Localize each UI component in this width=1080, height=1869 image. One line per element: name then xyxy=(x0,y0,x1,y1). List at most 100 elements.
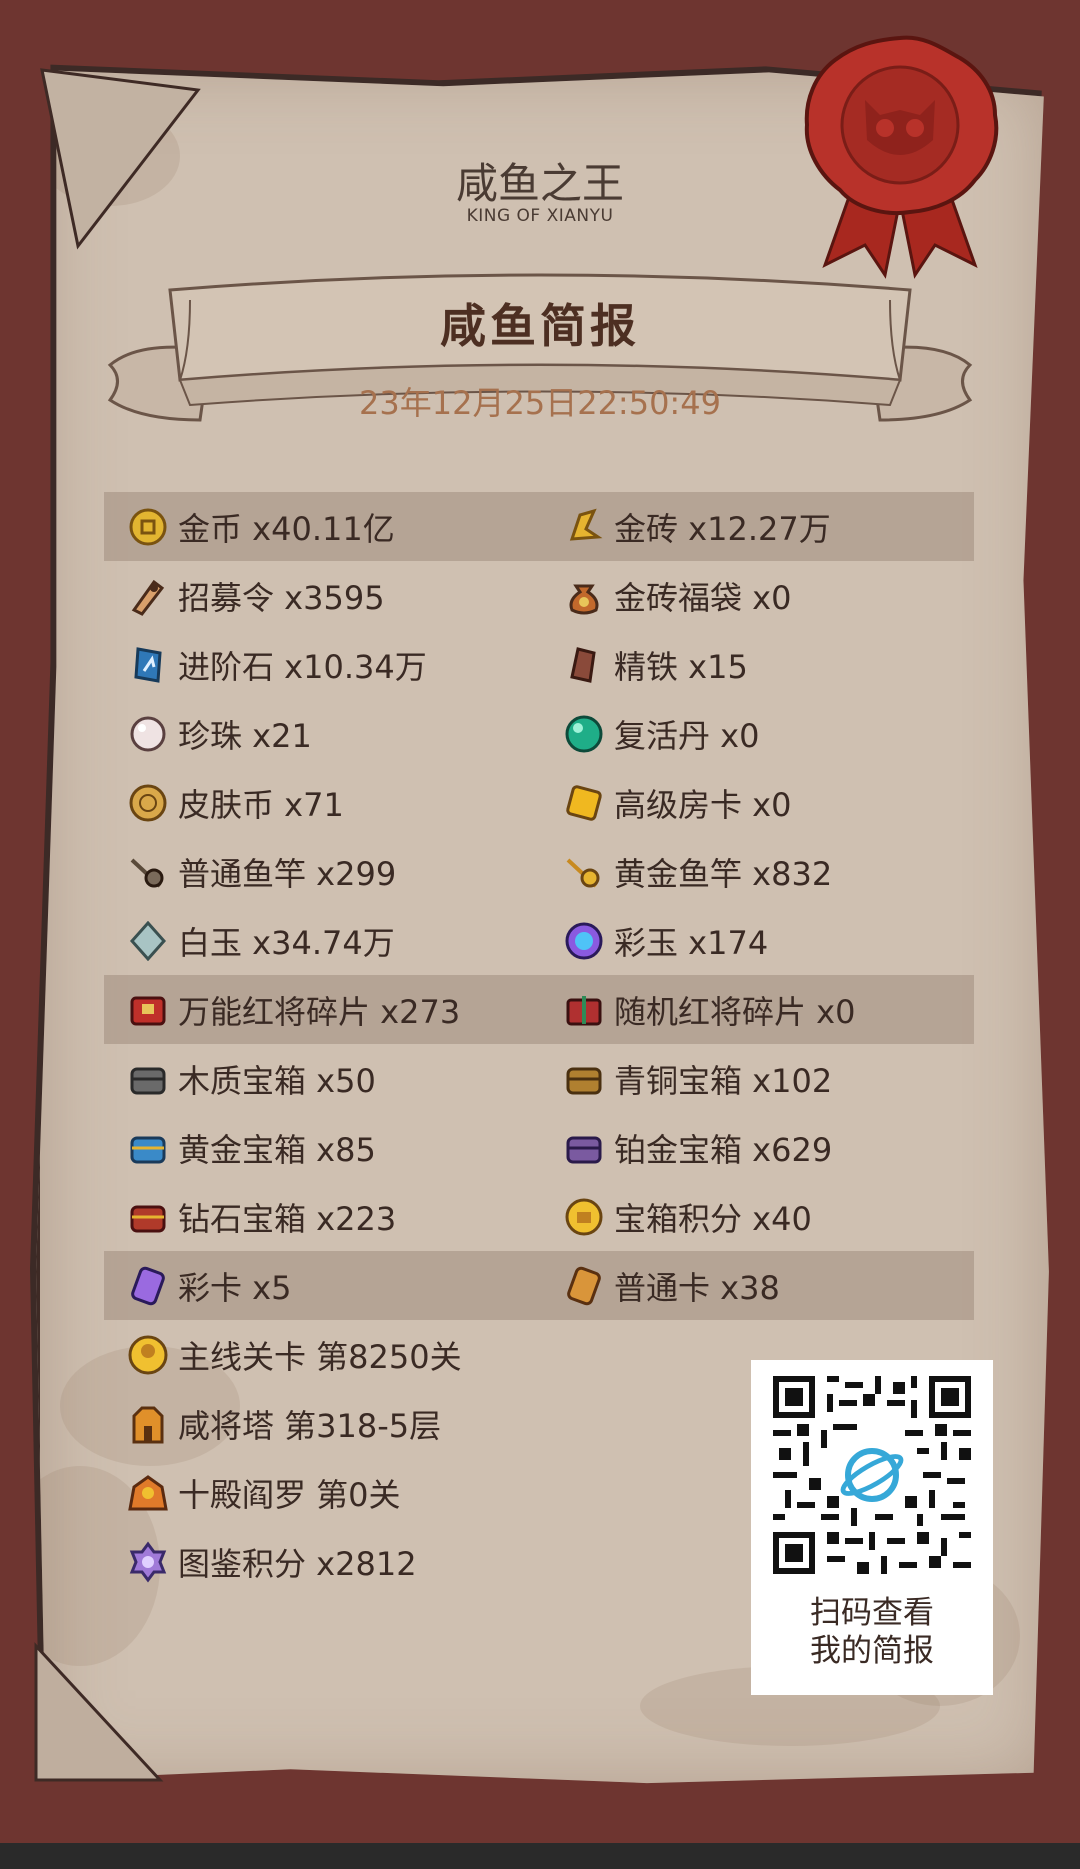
platinum-chest-icon xyxy=(562,1126,606,1170)
diamond-chest-icon xyxy=(126,1195,170,1239)
advance-stone-icon xyxy=(126,643,170,687)
stats-row: 皮肤币 x71 高级房卡 x0 xyxy=(104,768,974,837)
yama-palace-icon xyxy=(126,1471,170,1515)
progress-label: 十殿阎罗 第0关 xyxy=(178,1475,401,1514)
stat-label: 白玉 x34.74万 xyxy=(178,923,395,962)
random-red-shard-icon xyxy=(562,988,606,1032)
stat-item: 珍珠 x21 xyxy=(126,699,312,768)
stat-label: 招募令 x3595 xyxy=(178,578,385,617)
stat-item: 精铁 x15 xyxy=(562,630,748,699)
wooden-chest-icon xyxy=(126,1057,170,1101)
corner-fold-bottom xyxy=(34,1642,164,1782)
stat-item: 普通鱼竿 x299 xyxy=(126,837,396,906)
stat-label: 珍珠 x21 xyxy=(178,716,312,755)
stat-item: 黄金宝箱 x85 xyxy=(126,1113,376,1182)
stat-label: 皮肤币 x71 xyxy=(178,785,344,824)
chest-points-icon xyxy=(562,1195,606,1239)
report-datetime: 23年12月25日22:50:49 xyxy=(359,384,721,422)
gold-brick-icon xyxy=(562,505,606,549)
progress-item: 图鉴积分 x2812 xyxy=(126,1527,417,1596)
refined-iron-icon xyxy=(562,643,606,687)
stat-item: 金砖 x12.27万 xyxy=(562,492,831,561)
stat-label: 高级房卡 x0 xyxy=(614,785,792,824)
stat-label: 金砖 x12.27万 xyxy=(614,509,831,548)
pearl-icon xyxy=(126,712,170,756)
golden-fishing-rod-icon xyxy=(562,850,606,894)
skin-coin-icon xyxy=(126,781,170,825)
stat-label: 精铁 x15 xyxy=(614,647,748,686)
progress-item: 咸将塔 第318-5层 xyxy=(126,1389,441,1458)
stat-label: 青铜宝箱 x102 xyxy=(614,1061,833,1100)
progress-label: 咸将塔 第318-5层 xyxy=(178,1406,442,1445)
recruit-token-icon xyxy=(126,574,170,618)
stat-item: 青铜宝箱 x102 xyxy=(562,1044,832,1113)
stat-label: 彩玉 x174 xyxy=(614,923,769,962)
stats-row: 木质宝箱 x50 青铜宝箱 x102 xyxy=(104,1044,974,1113)
progress-label: 主线关卡 第8250关 xyxy=(178,1337,462,1376)
stats-row: 进阶石 x10.34万 精铁 x15 xyxy=(104,630,974,699)
stat-item: 铂金宝箱 x629 xyxy=(562,1113,832,1182)
progress-label: 图鉴积分 x2812 xyxy=(178,1544,417,1583)
stat-item: 万能红将碎片 x273 xyxy=(126,975,460,1044)
qr-caption: 扫码查看 我的简报 xyxy=(751,1594,993,1670)
premium-room-card-icon xyxy=(562,781,606,825)
qr-code-card[interactable]: 扫码查看 我的简报 xyxy=(751,1360,993,1695)
revive-pill-icon xyxy=(562,712,606,756)
stat-item: 普通卡 x38 xyxy=(562,1251,780,1320)
stat-label: 铂金宝箱 x629 xyxy=(614,1130,833,1169)
qr-caption-line2: 我的简报 xyxy=(810,1633,934,1669)
stats-row: 白玉 x34.74万 彩玉 x174 xyxy=(104,906,974,975)
stat-item: 复活丹 x0 xyxy=(562,699,759,768)
stat-label: 普通鱼竿 x299 xyxy=(178,854,397,893)
stat-label: 木质宝箱 x50 xyxy=(178,1061,376,1100)
stat-label: 万能红将碎片 x273 xyxy=(178,992,461,1031)
white-jade-icon xyxy=(126,919,170,963)
bronze-chest-icon xyxy=(562,1057,606,1101)
gold-brick-bag-icon xyxy=(562,574,606,618)
collection-points-icon xyxy=(126,1540,170,1584)
tower-icon xyxy=(126,1402,170,1446)
stat-label: 钻石宝箱 x223 xyxy=(178,1199,397,1238)
progress-item: 主线关卡 第8250关 xyxy=(126,1320,462,1389)
qr-caption-line1: 扫码查看 xyxy=(810,1595,934,1631)
report-title: 咸鱼简报 xyxy=(440,299,640,353)
stats-row: 普通鱼竿 x299 黄金鱼竿 x832 xyxy=(104,837,974,906)
stat-item: 金砖福袋 x0 xyxy=(562,561,791,630)
stats-row: 钻石宝箱 x223 宝箱积分 x40 xyxy=(104,1182,974,1251)
stat-item: 随机红将碎片 x0 xyxy=(562,975,855,1044)
stat-item: 彩玉 x174 xyxy=(562,906,768,975)
colored-card-icon xyxy=(126,1264,170,1308)
stats-row: 珍珠 x21 复活丹 x0 xyxy=(104,699,974,768)
main-stage-icon xyxy=(126,1333,170,1377)
stat-label: 进阶石 x10.34万 xyxy=(178,647,427,686)
stats-row: 彩卡 x5 普通卡 x38 xyxy=(104,1251,974,1320)
stat-item: 高级房卡 x0 xyxy=(562,768,791,837)
stats-row: 黄金宝箱 x85 铂金宝箱 x629 xyxy=(104,1113,974,1182)
universal-red-shard-icon xyxy=(126,988,170,1032)
stats-row: 万能红将碎片 x273 随机红将碎片 x0 xyxy=(104,975,974,1044)
gold-coin-icon xyxy=(126,505,170,549)
stat-item: 进阶石 x10.34万 xyxy=(126,630,427,699)
stat-label: 黄金鱼竿 x832 xyxy=(614,854,833,893)
gold-chest-icon xyxy=(126,1126,170,1170)
owl-wax-seal-icon xyxy=(804,35,999,279)
stat-label: 黄金宝箱 x85 xyxy=(178,1130,376,1169)
stat-item: 钻石宝箱 x223 xyxy=(126,1182,396,1251)
progress-item: 十殿阎罗 第0关 xyxy=(126,1458,401,1527)
colored-jade-icon xyxy=(562,919,606,963)
stat-item: 彩卡 x5 xyxy=(126,1251,291,1320)
stat-item: 黄金鱼竿 x832 xyxy=(562,837,832,906)
stat-item: 白玉 x34.74万 xyxy=(126,906,395,975)
stat-label: 彩卡 x5 xyxy=(178,1268,292,1307)
stat-label: 金砖福袋 x0 xyxy=(614,578,792,617)
stat-label: 金币 x40.11亿 xyxy=(178,509,395,548)
qr-code-icon xyxy=(773,1376,971,1574)
stats-row: 招募令 x3595 金砖福袋 x0 xyxy=(104,561,974,630)
stat-item: 招募令 x3595 xyxy=(126,561,385,630)
stat-label: 宝箱积分 x40 xyxy=(614,1199,812,1238)
normal-card-icon xyxy=(562,1264,606,1308)
normal-fishing-rod-icon xyxy=(126,850,170,894)
stat-label: 普通卡 x38 xyxy=(614,1268,780,1307)
bottom-strip xyxy=(0,1843,1080,1869)
stat-item: 木质宝箱 x50 xyxy=(126,1044,376,1113)
